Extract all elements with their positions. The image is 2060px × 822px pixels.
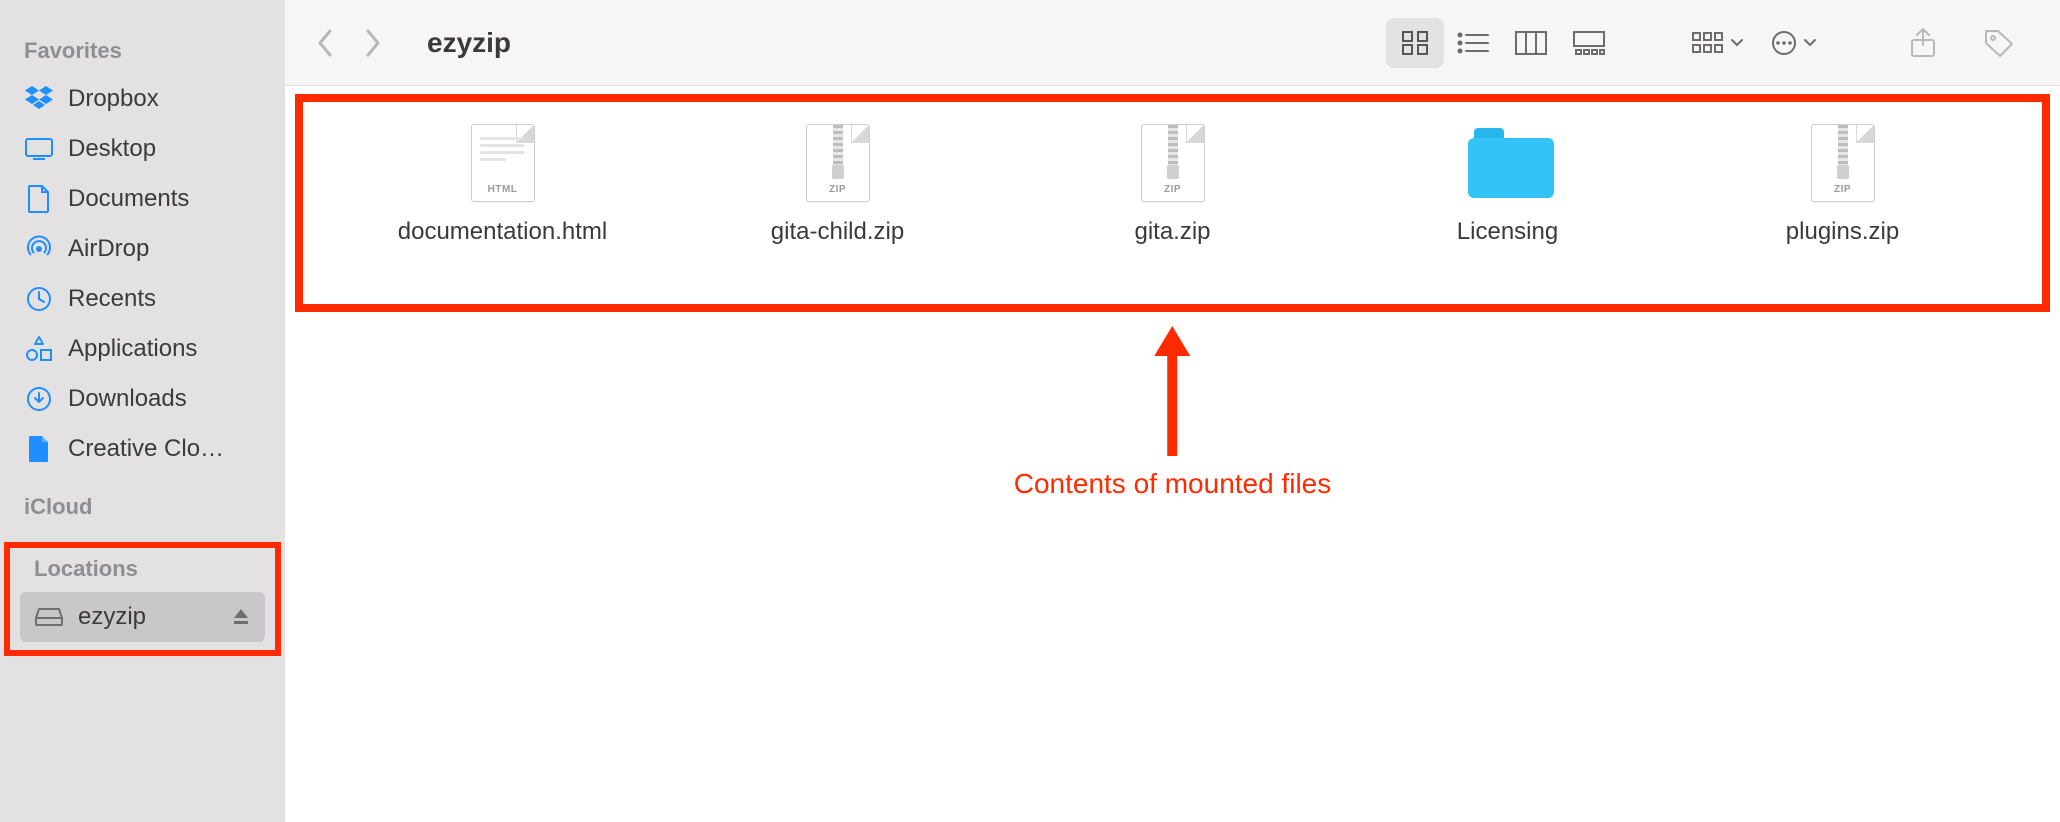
desktop-icon <box>24 134 54 164</box>
sidebar-item-label: AirDrop <box>68 235 261 263</box>
sidebar-section-icloud: iCloud <box>0 474 285 530</box>
share-button[interactable] <box>1892 18 1954 68</box>
action-menu-button[interactable] <box>1762 18 1824 68</box>
clock-icon <box>24 284 54 314</box>
annotation-box-locations: Locations ezyzip <box>4 542 281 656</box>
sidebar-item-desktop[interactable]: Desktop <box>0 124 285 174</box>
finder-content[interactable]: HTML documentation.html ZIP gita-child.z… <box>285 86 2060 822</box>
annotation-text: Contents of mounted files <box>1014 468 1332 500</box>
sidebar-section-locations: Locations <box>10 552 275 592</box>
sidebar-item-dropbox[interactable]: Dropbox <box>0 74 285 124</box>
sidebar-item-label: Downloads <box>68 385 261 413</box>
sidebar-item-label: Documents <box>68 185 261 213</box>
chevron-down-icon <box>1731 38 1743 48</box>
sidebar-item-label: ezyzip <box>78 603 217 631</box>
tags-button[interactable] <box>1968 18 2030 68</box>
sidebar-item-ezyzip[interactable]: ezyzip <box>20 592 265 642</box>
view-icons-button[interactable] <box>1386 18 1444 68</box>
sidebar-item-airdrop[interactable]: AirDrop <box>0 224 285 274</box>
applications-icon <box>24 334 54 364</box>
view-mode-group <box>1386 18 1618 68</box>
window-title: ezyzip <box>427 27 511 59</box>
finder-main: ezyzip <box>285 0 2060 822</box>
nav-forward-button[interactable] <box>363 27 383 59</box>
arrow-up-icon <box>1152 326 1192 456</box>
sidebar-item-label: Dropbox <box>68 85 261 113</box>
sidebar-item-downloads[interactable]: Downloads <box>0 374 285 424</box>
sidebar-section-favorites: Favorites <box>0 18 285 74</box>
view-list-button[interactable] <box>1444 18 1502 68</box>
annotation-arrow: Contents of mounted files <box>1014 326 1332 500</box>
sidebar-item-label: Applications <box>68 335 261 363</box>
download-icon <box>24 384 54 414</box>
nav-back-button[interactable] <box>315 27 335 59</box>
sidebar-item-label: Recents <box>68 285 261 313</box>
airdrop-icon <box>24 234 54 264</box>
finder-toolbar: ezyzip <box>285 0 2060 86</box>
eject-icon[interactable] <box>231 607 251 627</box>
view-gallery-button[interactable] <box>1560 18 1618 68</box>
sidebar-item-recents[interactable]: Recents <box>0 274 285 324</box>
view-columns-button[interactable] <box>1502 18 1560 68</box>
creative-cloud-file-icon <box>24 434 54 464</box>
sidebar-item-label: Creative Clo… <box>68 435 261 463</box>
document-icon <box>24 184 54 214</box>
dropbox-icon <box>24 84 54 114</box>
sidebar-item-label: Desktop <box>68 135 261 163</box>
sidebar-item-applications[interactable]: Applications <box>0 324 285 374</box>
annotation-box-content <box>295 94 2050 312</box>
group-by-button[interactable] <box>1686 18 1748 68</box>
chevron-down-icon <box>1804 38 1816 48</box>
sidebar-item-creative-cloud[interactable]: Creative Clo… <box>0 424 285 474</box>
drive-icon <box>34 602 64 632</box>
sidebar-item-documents[interactable]: Documents <box>0 174 285 224</box>
finder-sidebar: Favorites Dropbox Desktop Documents AirD… <box>0 0 285 822</box>
